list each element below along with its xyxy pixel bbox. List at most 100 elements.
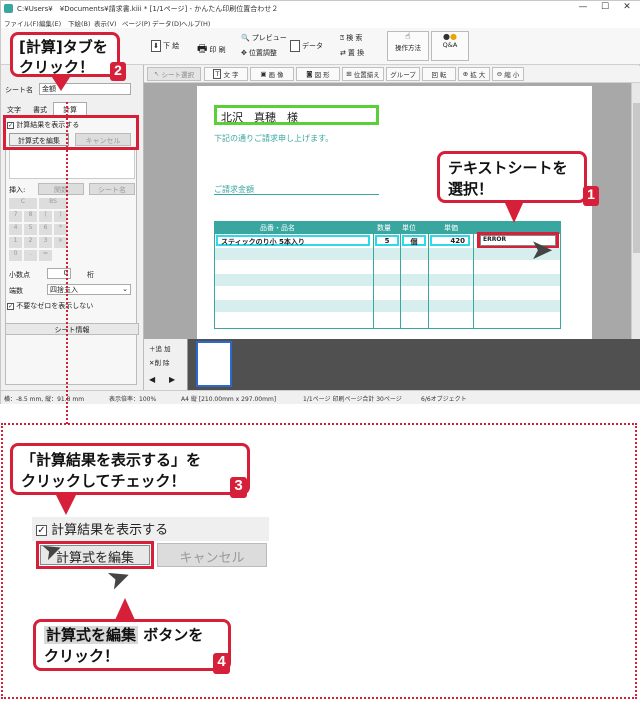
- page-ops: ＋追 加 ✕削 除 ◀ ▶: [144, 339, 188, 390]
- tab-format[interactable]: 書式: [33, 105, 47, 115]
- key-clear[interactable]: C: [9, 198, 37, 209]
- close-button[interactable]: ✕: [617, 2, 637, 16]
- callout-2-badge: 2: [110, 62, 126, 81]
- qty-cell[interactable]: 5: [375, 235, 399, 246]
- key-7[interactable]: 7: [9, 211, 22, 222]
- menu-help[interactable]: ヘルプ(H): [181, 18, 210, 28]
- menu-edit[interactable]: 編集(E): [39, 18, 61, 28]
- delete-page-button[interactable]: ✕削 除: [149, 357, 170, 367]
- howto-button[interactable]: ☝ 操作方法: [387, 31, 429, 61]
- replace-button[interactable]: ⇄ 置 換: [340, 48, 364, 58]
- align-label: 位置揃え: [353, 71, 380, 79]
- maximize-button[interactable]: ☐: [595, 2, 615, 16]
- items-table: 品番・品名 数量 単位 単価 スティックのり小 5本入り 5 個 420 ERR…: [214, 221, 561, 329]
- show-result-highlight: [3, 115, 139, 150]
- item-cell[interactable]: スティックのり小 5本入り: [216, 235, 370, 246]
- insert-sheet-button[interactable]: シート名: [89, 183, 135, 195]
- next-page-button[interactable]: ▶: [169, 375, 175, 384]
- sheet-select-label: シート選択: [161, 71, 194, 79]
- underlay-label: 下 絵: [163, 42, 180, 50]
- unit-cell[interactable]: 個: [402, 235, 426, 246]
- zoom-in-icon: ⊕: [462, 70, 469, 78]
- menu-underlay[interactable]: 下絵(B): [68, 18, 91, 28]
- text-label: 文 字: [223, 71, 239, 79]
- add-page-button[interactable]: ＋追 加: [149, 343, 171, 353]
- hide-zero-label: 不要なゼロを表示しない: [16, 302, 94, 310]
- key-open-paren[interactable]: (: [39, 211, 52, 222]
- key-2[interactable]: 2: [24, 237, 37, 248]
- zoomed-show-result-checkbox[interactable]: ✓: [36, 525, 47, 536]
- minimize-button[interactable]: —: [573, 2, 593, 16]
- key-3[interactable]: 3: [39, 237, 52, 248]
- menu-view[interactable]: 表示(V): [94, 18, 117, 28]
- recipient-text-sheet[interactable]: 北沢 真穂 様: [214, 105, 379, 125]
- sheet-info-bar[interactable]: シート情報: [5, 323, 139, 335]
- hide-zero-row[interactable]: ✓ 不要なゼロを表示しない: [7, 301, 93, 311]
- data-button[interactable]: データ: [290, 40, 323, 52]
- status-pages: 1/1ページ 印刷ページ合計 30ページ: [303, 396, 402, 403]
- replace-icon: ⇄: [340, 49, 346, 57]
- hide-zero-checkbox[interactable]: ✓: [7, 303, 14, 310]
- key-1[interactable]: 1: [9, 237, 22, 248]
- object-toolbar: ↖ シート選択 T文 字 ▣ 画 像 ◙ 図 形 ⊞ 位置揃え グループ 回 転 ⊕ 拡 …: [144, 66, 640, 83]
- group-button[interactable]: グループ: [386, 67, 420, 81]
- preview-button[interactable]: 🔍 プレビュー: [241, 33, 287, 43]
- table-row: スティックのり小 5本入り 5 個 420 ERROR: [215, 232, 560, 249]
- callout-2-pointer: [52, 77, 70, 91]
- key-8[interactable]: 8: [24, 211, 37, 222]
- prev-page-button[interactable]: ◀: [149, 375, 155, 384]
- formula-textarea[interactable]: [9, 149, 135, 179]
- underlay-button[interactable]: ⬇ 下 絵: [151, 40, 179, 52]
- zoomed-cancel-button[interactable]: キャンセル: [157, 543, 267, 567]
- key-backspace[interactable]: BS: [39, 198, 67, 209]
- key-dot[interactable]: .: [24, 250, 37, 261]
- menu-file[interactable]: ファイル(F): [4, 18, 39, 28]
- image-button[interactable]: ▣ 画 像: [250, 67, 294, 81]
- callout-4-line2: クリック！: [44, 647, 120, 665]
- title-bar: C:¥Users¥ ¥Documents¥請求書.kiii * [1/1ページ]…: [1, 1, 640, 17]
- callout-3-badge: 3: [230, 477, 247, 498]
- key-equals[interactable]: =: [39, 250, 52, 261]
- tab-text[interactable]: 文字: [7, 105, 21, 115]
- callout-4-highlight: 計算式を編集: [44, 626, 139, 644]
- text-icon: T: [213, 69, 222, 79]
- callout-4-rest: ボタンを: [138, 626, 204, 644]
- position-adjust-button[interactable]: ✥ 位置調整: [241, 48, 277, 58]
- zoom-out-button[interactable]: ⊖ 縮 小: [492, 67, 524, 81]
- tab-calculation[interactable]: 計算: [53, 102, 87, 116]
- rotate-button[interactable]: 回 転: [422, 67, 456, 81]
- search-label: 検 索: [346, 34, 363, 42]
- text-button[interactable]: T文 字: [204, 67, 248, 81]
- menu-data[interactable]: データ(D): [152, 18, 182, 28]
- key-0[interactable]: 0: [9, 250, 22, 261]
- vertical-scrollbar[interactable]: [631, 83, 640, 339]
- howto-label: 操作方法: [395, 44, 421, 52]
- shape-button[interactable]: ◙ 図 形: [296, 67, 340, 81]
- zoom-in-button[interactable]: ⊕ 拡 大: [458, 67, 490, 81]
- print-button[interactable]: 🖶 印 刷: [197, 40, 226, 59]
- insert-function-button[interactable]: 関数: [38, 183, 84, 195]
- align-button[interactable]: ⊞ 位置揃え: [342, 67, 384, 81]
- qa-button[interactable]: ●● Q&A: [431, 31, 469, 61]
- key-4[interactable]: 4: [9, 224, 22, 235]
- shape-label: 図 形: [314, 71, 330, 79]
- table-row: [215, 248, 560, 260]
- connector-line: [66, 102, 68, 424]
- menu-page[interactable]: ページ(P): [122, 18, 150, 28]
- key-5[interactable]: 5: [24, 224, 37, 235]
- qa-icon: ●●: [443, 32, 457, 41]
- search-button[interactable]: ⍰ 検 索: [340, 33, 362, 43]
- callout-3: 「計算結果を表示する」を クリックしてチェック！: [10, 443, 250, 495]
- add-page-label: 追 加: [155, 345, 171, 353]
- app-icon: [4, 4, 13, 13]
- price-cell[interactable]: 420: [430, 235, 470, 246]
- status-zoom: 表示倍率：100%: [109, 396, 157, 403]
- decimal-unit: 桁: [87, 271, 94, 279]
- sheet-select-button[interactable]: ↖ シート選択: [147, 67, 201, 81]
- page-thumbnail[interactable]: [196, 341, 232, 387]
- key-6[interactable]: 6: [39, 224, 52, 235]
- qa-label: Q&A: [442, 41, 458, 49]
- rounding-select[interactable]: 四捨五入 ⌄: [47, 284, 131, 295]
- scroll-thumb[interactable]: [633, 103, 640, 253]
- position-adjust-label: 位置調整: [248, 49, 277, 57]
